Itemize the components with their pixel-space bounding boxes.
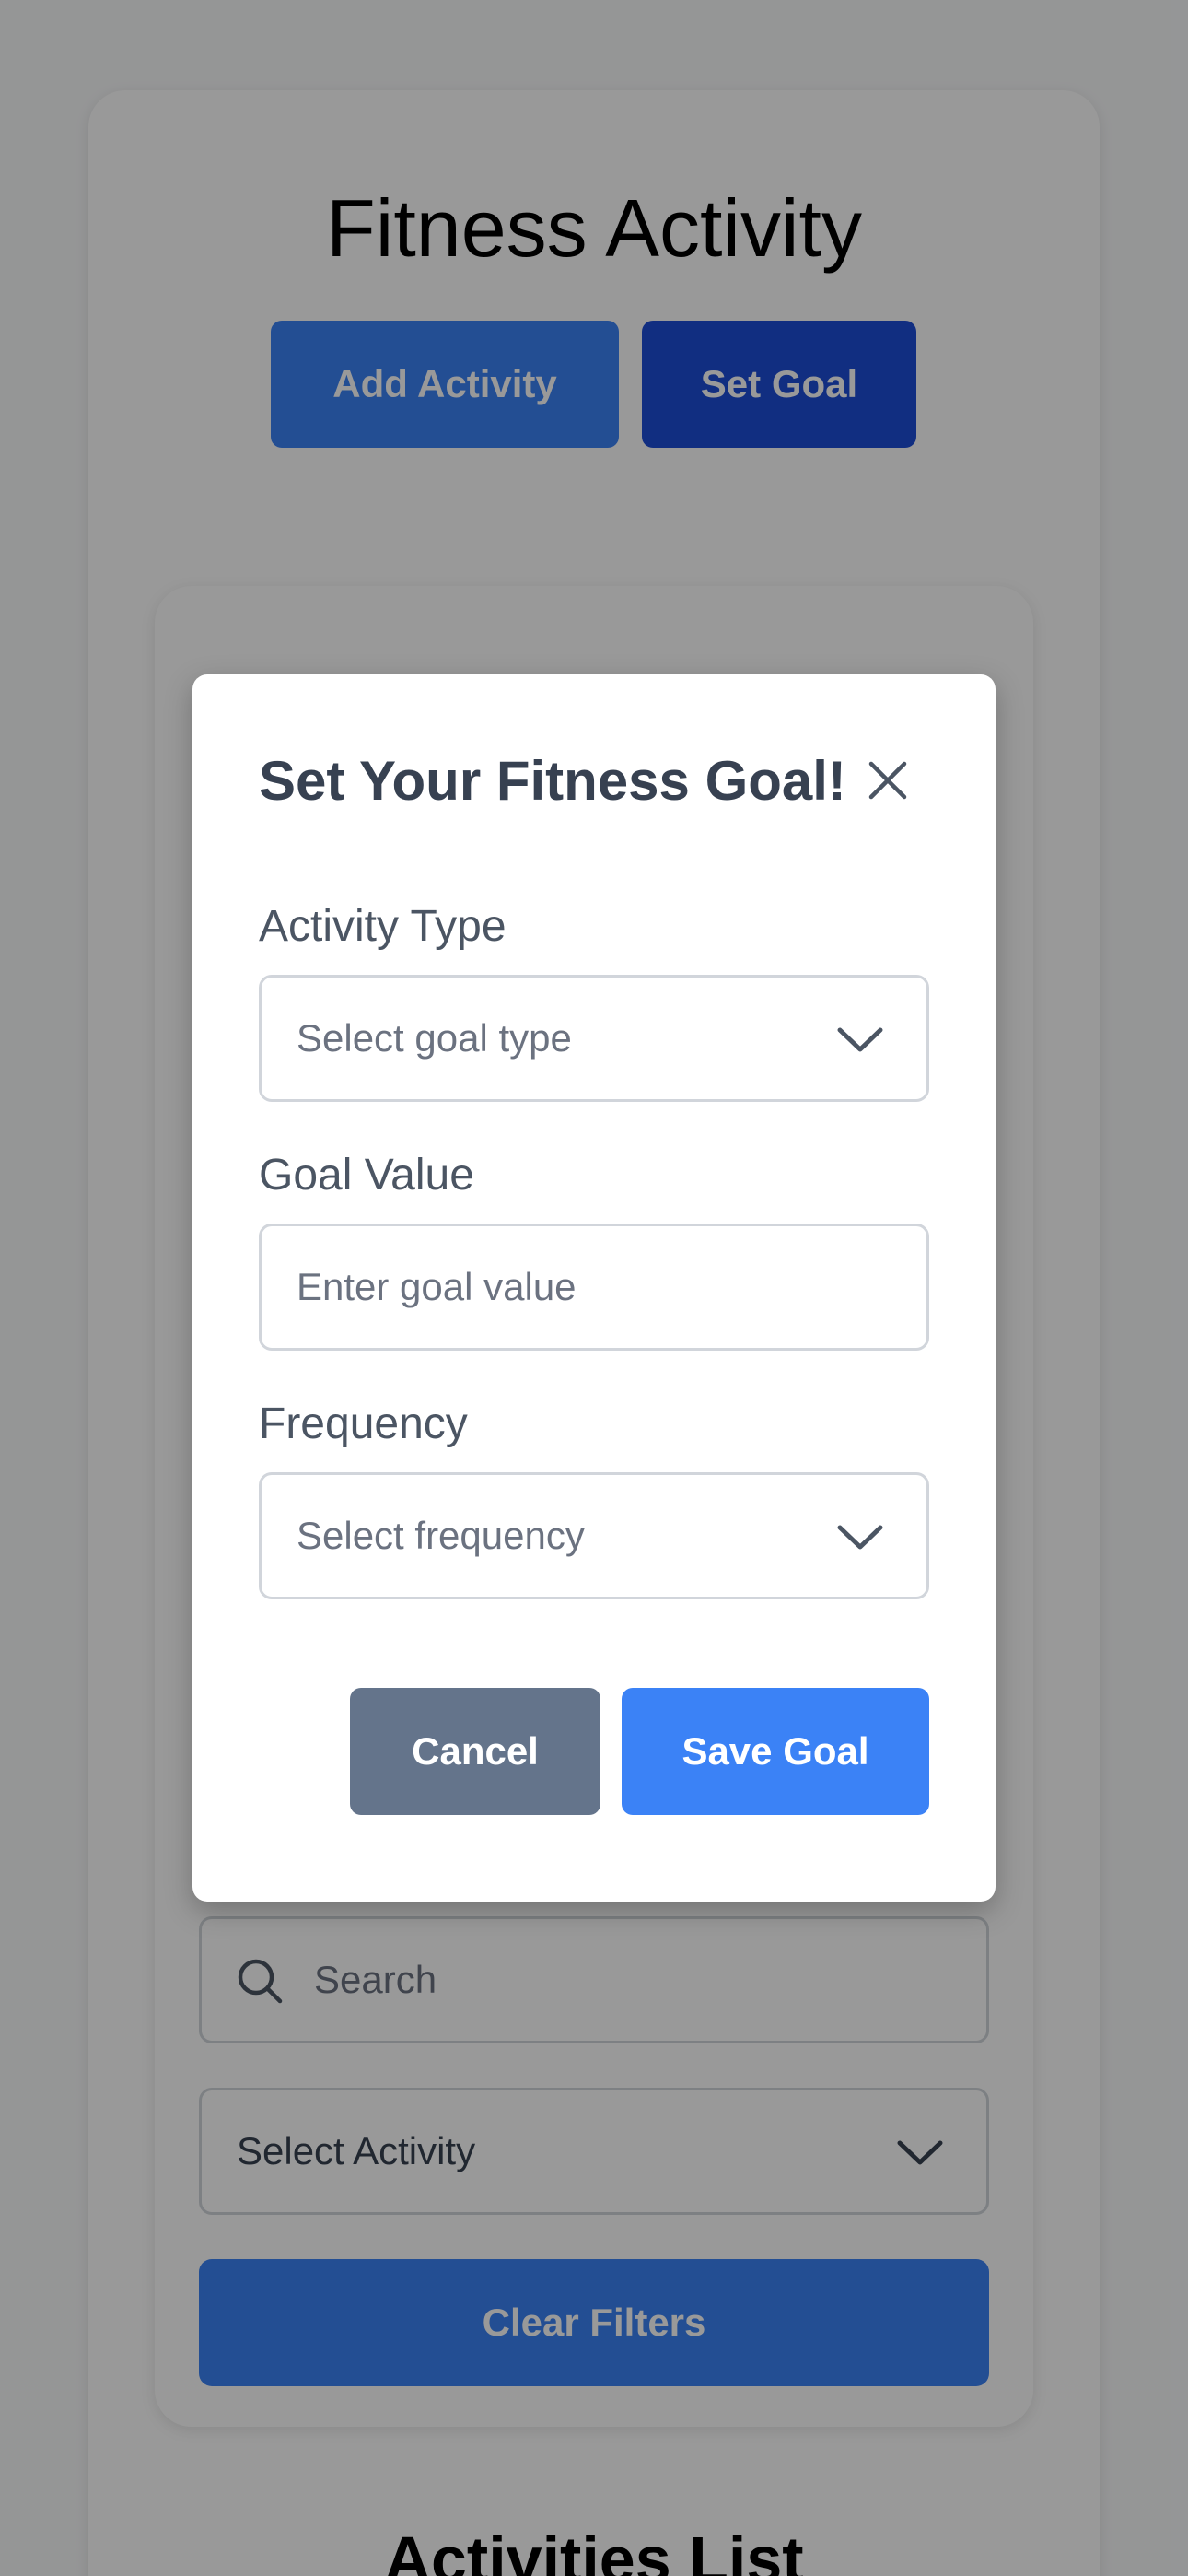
goal-value-label: Goal Value — [259, 1151, 474, 1200]
frequency-value: Select frequency — [297, 1514, 585, 1557]
fitness-page: Fitness Activity Add Activity Set Goal S… — [0, 0, 1188, 2576]
chevron-down-icon — [837, 1027, 883, 1052]
modal-title: Set Your Fitness Goal! — [259, 750, 846, 812]
close-icon[interactable] — [865, 757, 911, 803]
cancel-button[interactable]: Cancel — [350, 1688, 600, 1815]
goal-value-placeholder: Enter goal value — [297, 1265, 577, 1308]
activity-type-label: Activity Type — [259, 902, 507, 951]
activity-type-value: Select goal type — [297, 1016, 572, 1060]
frequency-select[interactable]: Select frequency — [259, 1472, 929, 1599]
frequency-label: Frequency — [259, 1399, 468, 1448]
chevron-down-icon — [837, 1525, 883, 1550]
goal-value-input[interactable]: Enter goal value — [259, 1224, 929, 1351]
activity-type-select[interactable]: Select goal type — [259, 975, 929, 1102]
set-goal-modal: Set Your Fitness Goal! Activity Type Sel… — [192, 674, 996, 1902]
save-goal-button[interactable]: Save Goal — [622, 1688, 929, 1815]
